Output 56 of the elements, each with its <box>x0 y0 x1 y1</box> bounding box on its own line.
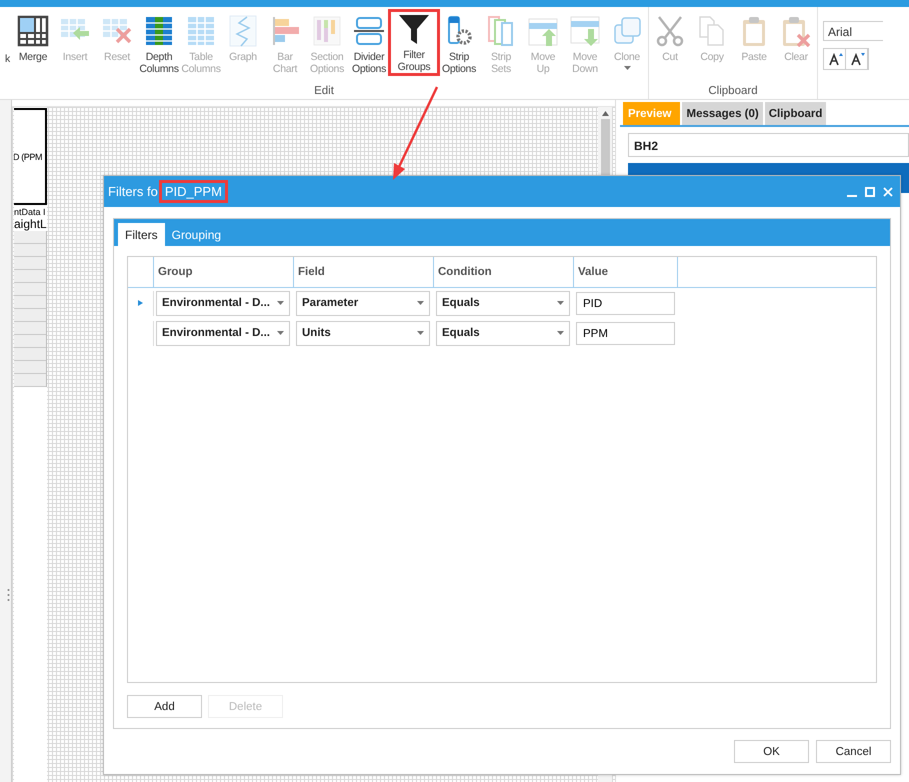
caret-icon <box>557 301 564 305</box>
dialog-button[interactable]: Cancel <box>816 740 891 763</box>
dialog-button[interactable]: OK <box>734 740 809 763</box>
caret-icon <box>417 301 424 305</box>
column-header[interactable]: Value <box>573 257 678 287</box>
divider-options-button[interactable]: Divider Options <box>348 10 390 72</box>
move-down-icon <box>569 15 601 47</box>
table-icon <box>185 15 217 47</box>
clipboard-cross-icon <box>780 15 812 47</box>
scissors-icon <box>654 15 686 47</box>
caret-icon <box>557 331 564 335</box>
group-label: Clipboard <box>708 85 758 97</box>
grid-button[interactable]: Add <box>127 695 202 718</box>
grip-icon[interactable] <box>7 588 10 602</box>
line-graph-icon <box>227 15 259 47</box>
depth-columns-button[interactable]: Depth Columns <box>138 10 180 72</box>
caret-icon <box>277 331 284 335</box>
stacked-bars-icon <box>311 15 343 47</box>
maximize-icon[interactable] <box>865 186 875 196</box>
scroll-up-icon[interactable] <box>602 111 608 116</box>
font-grow-icon <box>829 52 843 66</box>
well-field[interactable]: BH2 <box>628 133 909 157</box>
panel-tab[interactable]: Clipboard <box>764 102 826 125</box>
font-field[interactable]: Arial <box>823 21 883 41</box>
highlighted-title: PID_PPM <box>158 180 228 203</box>
column-header[interactable]: Condition <box>433 257 573 287</box>
value-field[interactable]: PPM <box>576 322 675 344</box>
column-label: ntData I <box>14 207 47 217</box>
caret-icon <box>624 66 630 70</box>
caret-icon <box>277 301 284 305</box>
column-header[interactable]: D (PPM <box>14 108 47 205</box>
funnel-icon <box>398 13 430 45</box>
ribbon-button[interactable]: k <box>0 10 12 72</box>
column-header[interactable]: Field <box>293 257 433 287</box>
close-icon[interactable] <box>883 186 893 196</box>
field-dropdown[interactable]: Units <box>296 320 430 346</box>
grid-icon <box>17 15 49 47</box>
group-dropdown[interactable]: Environmental - D... <box>156 290 290 316</box>
merge-button[interactable]: Merge <box>12 10 54 72</box>
field-dropdown[interactable]: Parameter <box>296 290 430 316</box>
dialog-title: Filters fo <box>108 184 158 199</box>
group-dropdown[interactable]: Environmental - D... <box>156 320 290 346</box>
column-header[interactable]: Group <box>153 257 293 287</box>
column-label: aightL <box>14 217 47 231</box>
columns-icon <box>143 15 175 47</box>
strip-options-button[interactable]: Strip Options <box>438 10 480 72</box>
dialog-tab[interactable]: Filters <box>118 223 165 246</box>
font-shrink-icon <box>851 52 865 66</box>
group-label: Edit <box>314 85 334 97</box>
filter-groups-button[interactable]: Filter Groups <box>388 9 440 76</box>
panel-tab[interactable]: Messages (0) <box>682 102 763 125</box>
condition-dropdown[interactable]: Equals <box>436 320 570 346</box>
condition-dropdown[interactable]: Equals <box>436 290 570 316</box>
value-field[interactable]: PID <box>576 292 675 314</box>
divider-icon <box>353 15 385 47</box>
caret-icon <box>417 331 424 335</box>
